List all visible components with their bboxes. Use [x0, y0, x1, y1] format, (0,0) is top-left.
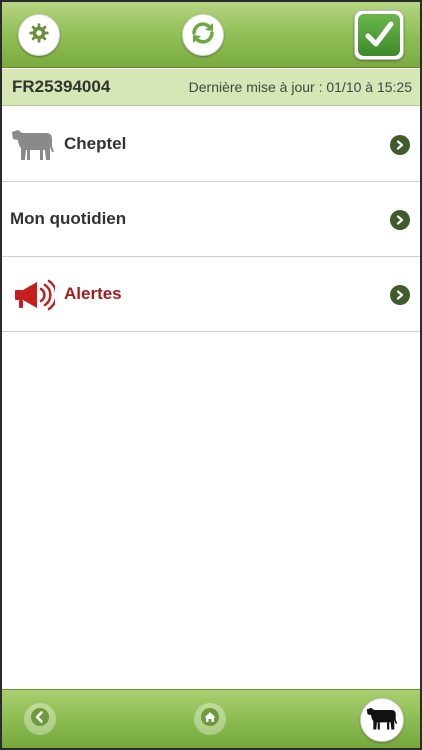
refresh-icon	[189, 19, 217, 52]
menu-item-label: Mon quotidien	[10, 209, 127, 228]
herd-button[interactable]	[360, 698, 404, 742]
checkmark-icon	[358, 14, 400, 56]
app-frame: FR25394004 Dernière mise à jour : 01/10 …	[2, 2, 420, 748]
cow-icon	[365, 705, 399, 736]
home-icon	[200, 707, 220, 732]
sync-button[interactable]	[182, 14, 224, 56]
menu-item-cheptel[interactable]: Cheptel	[2, 107, 420, 182]
validate-button[interactable]	[354, 10, 404, 60]
bottom-toolbar	[2, 689, 420, 748]
main-menu-list: Cheptel Mon quotidien Alertes	[2, 107, 420, 332]
top-toolbar	[2, 2, 420, 68]
chevron-right-icon	[390, 285, 410, 305]
menu-item-alertes[interactable]: Alertes	[2, 257, 420, 332]
menu-item-label: Alertes	[64, 284, 122, 303]
gear-icon	[28, 22, 50, 49]
back-arrow-icon	[30, 707, 50, 732]
menu-item-label: Cheptel	[64, 134, 127, 153]
home-button[interactable]	[194, 703, 226, 735]
back-button[interactable]	[24, 703, 56, 735]
chevron-right-icon	[390, 135, 410, 155]
settings-button[interactable]	[18, 14, 60, 56]
last-update-text: Dernière mise à jour : 01/10 à 15:25	[188, 79, 412, 95]
info-bar: FR25394004 Dernière mise à jour : 01/10 …	[2, 69, 420, 106]
menu-item-mon-quotidien[interactable]: Mon quotidien	[2, 182, 420, 257]
farm-id: FR25394004	[12, 77, 111, 96]
cow-icon	[10, 124, 56, 164]
megaphone-icon	[10, 274, 56, 314]
chevron-right-icon	[390, 210, 410, 230]
